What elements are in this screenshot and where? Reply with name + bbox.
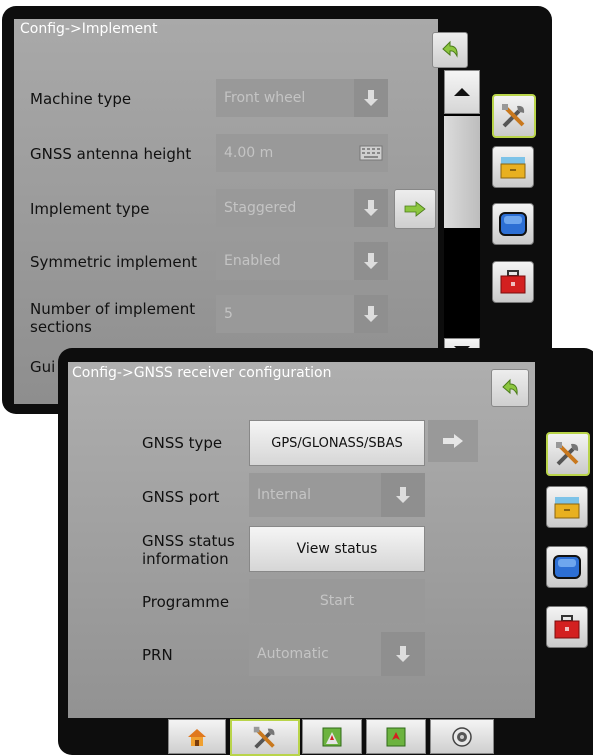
tab-field[interactable] bbox=[302, 719, 362, 754]
machine-type-dropdown[interactable]: Front wheel bbox=[216, 79, 388, 117]
implement-icon bbox=[554, 497, 580, 519]
gnss-antenna-height-value: 4.00 m bbox=[224, 145, 274, 161]
toolbox-icon bbox=[500, 270, 526, 294]
dropdown-arrow-icon bbox=[381, 632, 425, 676]
right-arrow-icon bbox=[443, 434, 463, 448]
gnss-type-button[interactable]: GPS/GLONASS/SBAS bbox=[249, 420, 425, 466]
programme-label: Programme bbox=[142, 593, 230, 611]
side-tab-toolbox[interactable] bbox=[492, 261, 534, 303]
side-tab-toolbox[interactable] bbox=[546, 606, 588, 648]
display-icon bbox=[499, 212, 527, 236]
tools-icon bbox=[502, 104, 525, 128]
guidance-label: Gui bbox=[30, 358, 56, 376]
machine-type-value: Front wheel bbox=[224, 90, 306, 106]
view-status-button[interactable]: View status bbox=[249, 526, 425, 572]
programme-start-button[interactable]: Start bbox=[249, 579, 425, 623]
number-of-sections-dropdown[interactable]: 5 bbox=[216, 295, 388, 333]
up-triangle-icon bbox=[454, 88, 470, 96]
side-tab-tools[interactable] bbox=[492, 94, 536, 138]
tab-home[interactable] bbox=[168, 719, 226, 754]
gnss-type-value: GPS/GLONASS/SBAS bbox=[271, 435, 403, 451]
implement-type-value: Staggered bbox=[224, 200, 297, 216]
back-arrow-icon bbox=[502, 378, 518, 396]
prn-label: PRN bbox=[142, 646, 173, 664]
right-arrow-icon bbox=[404, 201, 426, 217]
scroll-up-button[interactable] bbox=[444, 70, 480, 114]
machine-type-label: Machine type bbox=[30, 90, 132, 108]
implement-type-next-button[interactable] bbox=[394, 189, 436, 229]
gnss-antenna-height-label: GNSS antenna height bbox=[30, 145, 192, 163]
gnss-port-dropdown[interactable]: Internal bbox=[249, 473, 425, 517]
dropdown-arrow-icon bbox=[354, 189, 388, 227]
display-icon bbox=[553, 555, 581, 579]
tools-icon bbox=[253, 726, 275, 749]
camera-icon bbox=[452, 726, 472, 747]
number-of-sections-value: 5 bbox=[224, 306, 233, 322]
gnss-type-next-button[interactable] bbox=[428, 420, 478, 462]
symmetric-implement-dropdown[interactable]: Enabled bbox=[216, 242, 388, 280]
page-title: Config->GNSS receiver configuration bbox=[72, 365, 332, 381]
dropdown-arrow-icon bbox=[381, 473, 425, 517]
page-title: Config->Implement bbox=[20, 21, 158, 37]
symmetric-implement-label: Symmetric implement bbox=[30, 253, 198, 271]
tools-icon bbox=[556, 442, 579, 466]
prn-dropdown[interactable]: Automatic bbox=[249, 632, 425, 676]
gnss-status-info-label: GNSS status information bbox=[142, 532, 235, 568]
side-tab-display[interactable] bbox=[546, 546, 588, 588]
field-icon bbox=[322, 727, 342, 746]
side-tab-implement[interactable] bbox=[546, 486, 588, 528]
side-tab-tools[interactable] bbox=[546, 432, 590, 476]
guidance-icon bbox=[386, 727, 406, 746]
implement-icon bbox=[500, 157, 526, 179]
tab-tools[interactable] bbox=[230, 719, 300, 756]
dropdown-arrow-icon bbox=[354, 79, 388, 117]
back-arrow-icon bbox=[442, 40, 458, 58]
symmetric-implement-value: Enabled bbox=[224, 253, 281, 269]
number-of-sections-label: Number of implement sections bbox=[30, 300, 196, 336]
back-button[interactable] bbox=[432, 32, 468, 68]
dropdown-arrow-icon bbox=[354, 295, 388, 333]
toolbox-icon bbox=[554, 615, 580, 639]
back-button[interactable] bbox=[491, 369, 529, 407]
side-tab-implement[interactable] bbox=[492, 146, 534, 188]
gnss-type-label: GNSS type bbox=[142, 434, 223, 452]
gnss-port-value: Internal bbox=[257, 487, 311, 503]
gnss-antenna-height-field[interactable]: 4.00 m bbox=[216, 134, 388, 172]
gnss-port-label: GNSS port bbox=[142, 488, 220, 506]
tab-camera[interactable] bbox=[430, 719, 494, 754]
tab-guidance[interactable] bbox=[366, 719, 426, 754]
scrollbar-thumb[interactable] bbox=[444, 116, 480, 228]
gnss-screen: Config->GNSS receiver configuration GNSS… bbox=[58, 348, 593, 755]
prn-value: Automatic bbox=[257, 646, 329, 662]
implement-type-dropdown[interactable]: Staggered bbox=[216, 189, 388, 227]
dropdown-arrow-icon bbox=[354, 242, 388, 280]
programme-start-label: Start bbox=[319, 593, 355, 609]
home-icon bbox=[188, 728, 206, 746]
keyboard-icon bbox=[354, 134, 388, 172]
view-status-label: View status bbox=[296, 541, 378, 557]
implement-type-label: Implement type bbox=[30, 200, 150, 218]
side-tab-display[interactable] bbox=[492, 203, 534, 245]
